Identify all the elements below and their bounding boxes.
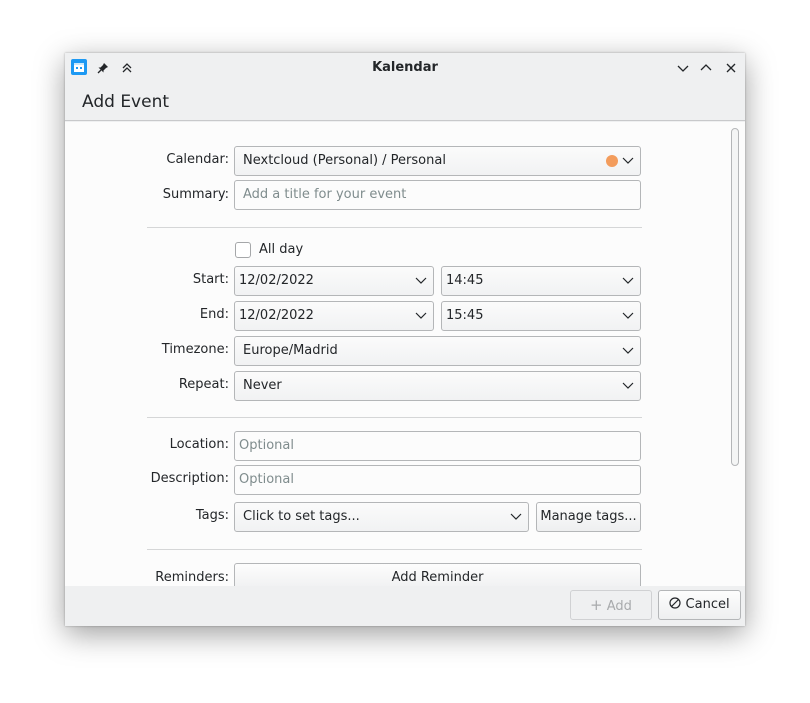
pin-button[interactable] (92, 57, 114, 79)
repeat-value: Never (243, 378, 282, 393)
end-time-select[interactable]: 15:45 (441, 301, 641, 331)
separator (147, 417, 642, 418)
location-input[interactable]: Optional (234, 431, 641, 461)
double-chevron-up-icon (122, 63, 132, 73)
add-event-window: Kalendar Add Event Calendar: Nextcloud (… (65, 53, 745, 626)
reminders-label: Reminders: (155, 570, 229, 585)
kalendar-app-icon[interactable] (71, 59, 87, 75)
timezone-value: Europe/Madrid (243, 343, 338, 358)
start-date-select[interactable]: 12/02/2022 (234, 266, 434, 296)
add-reminder-button[interactable]: Add Reminder (234, 563, 641, 586)
timezone-select[interactable]: Europe/Madrid (234, 336, 641, 366)
minimize-button[interactable] (672, 57, 694, 79)
repeat-select[interactable]: Never (234, 371, 641, 401)
event-form[interactable]: Calendar: Nextcloud (Personal) / Persona… (65, 122, 745, 586)
start-time-select[interactable]: 14:45 (441, 266, 641, 296)
add-button[interactable]: + Add (570, 590, 652, 620)
chevron-down-icon (622, 347, 634, 354)
tags-select[interactable]: Click to set tags... (234, 502, 529, 532)
start-date-value: 12/02/2022 (239, 273, 314, 288)
end-date-select[interactable]: 12/02/2022 (234, 301, 434, 331)
summary-placeholder: Add a title for your event (243, 187, 407, 202)
chevron-down-icon (622, 277, 634, 284)
start-time-value: 14:45 (446, 273, 484, 288)
separator (147, 227, 642, 228)
description-label: Description: (150, 471, 229, 486)
location-label: Location: (169, 437, 229, 452)
manage-tags-button[interactable]: Manage tags... (536, 502, 641, 532)
chevron-down-icon (415, 312, 427, 319)
cancel-button[interactable]: Cancel (658, 590, 741, 620)
close-icon (726, 63, 736, 73)
start-label: Start: (192, 272, 229, 287)
end-date-value: 12/02/2022 (239, 308, 314, 323)
add-button-label: Add (606, 599, 632, 614)
pin-icon (97, 63, 108, 74)
repeat-label: Repeat: (178, 377, 229, 392)
calendar-label: Calendar: (166, 152, 229, 167)
chevron-down-icon (415, 277, 427, 284)
chevron-down-icon (510, 513, 522, 520)
chevron-down-icon (677, 65, 689, 72)
all-day-checkbox[interactable] (235, 242, 251, 258)
calendar-select-value: Nextcloud (Personal) / Personal (243, 153, 446, 168)
close-button[interactable] (720, 57, 742, 79)
tags-label: Tags: (195, 508, 229, 523)
summary-label: Summary: (162, 187, 229, 202)
dialog-footer: + Add Cancel (65, 586, 745, 626)
timezone-label: Timezone: (161, 342, 229, 357)
location-placeholder: Optional (239, 438, 294, 453)
chevron-down-icon (622, 382, 634, 389)
end-label: End: (199, 307, 229, 322)
dialog-header: Add Event (65, 82, 745, 121)
window-title: Kalendar (372, 60, 438, 75)
cancel-icon (669, 597, 682, 609)
title-bar[interactable]: Kalendar (65, 53, 745, 82)
tags-value: Click to set tags... (243, 509, 360, 524)
cancel-button-label: Cancel (685, 597, 730, 612)
description-placeholder: Optional (239, 472, 294, 487)
chevron-up-icon (700, 64, 712, 71)
form-scrollbar[interactable] (731, 128, 739, 466)
end-time-value: 15:45 (446, 308, 484, 323)
description-input[interactable]: Optional (234, 465, 641, 495)
calendar-select[interactable]: Nextcloud (Personal) / Personal (234, 146, 641, 176)
chevron-down-icon (622, 157, 634, 164)
plus-icon: + (590, 596, 603, 614)
page-title: Add Event (82, 92, 170, 112)
all-day-label: All day (259, 242, 304, 257)
calendar-color-dot (606, 155, 618, 167)
maximize-button[interactable] (695, 57, 717, 79)
summary-input[interactable]: Add a title for your event (234, 180, 641, 210)
separator (147, 549, 642, 550)
keep-above-button[interactable] (116, 57, 138, 79)
chevron-down-icon (622, 312, 634, 319)
